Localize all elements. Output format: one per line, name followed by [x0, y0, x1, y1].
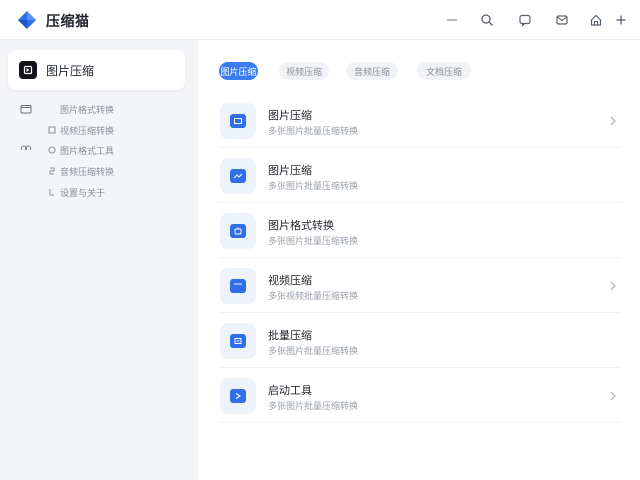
launch-tools-icon: [230, 389, 246, 403]
chevron-right-icon: [610, 116, 616, 126]
home-button[interactable]: [586, 10, 606, 30]
tool-title: 图片格式转换: [268, 219, 334, 232]
tool-tile: [220, 158, 256, 194]
batch-compress-icon: [230, 334, 246, 348]
tool-row-launch-tools[interactable]: 启动工具 多张图片批量压缩转换: [218, 369, 622, 423]
chevron-right-icon: [610, 391, 616, 401]
sidebar-item-label: 音频压缩转换: [60, 168, 115, 178]
home-icon: [590, 14, 602, 26]
tool-title: 视频压缩: [268, 274, 312, 287]
tool-subtitle: 多张图片批量压缩转换: [268, 347, 359, 357]
sidebar-item-image-tools[interactable]: 图片格式工具: [20, 142, 190, 158]
tool-title: 图片压缩: [268, 164, 312, 177]
tool-subtitle: 多张视频批量压缩转换: [268, 292, 359, 302]
mail-button[interactable]: [552, 10, 572, 30]
folder-icon: [20, 103, 32, 115]
tool-title: 启动工具: [268, 384, 312, 397]
search-button[interactable]: [477, 10, 497, 30]
image-icon: [19, 61, 37, 79]
tool-subtitle: 多张图片批量压缩转换: [268, 127, 359, 137]
format-convert-icon: [230, 224, 246, 238]
sidebar-item-image-compress[interactable]: 图片压缩: [8, 50, 185, 90]
tool-tile: [220, 103, 256, 139]
app-logo-icon: [18, 11, 36, 29]
sidebar-item-audio-compress[interactable]: 音频压缩转换: [20, 163, 190, 179]
tool-tile: [220, 213, 256, 249]
image-compress-icon: [230, 114, 246, 128]
tool-tile: [220, 378, 256, 414]
add-button[interactable]: [611, 10, 631, 30]
search-icon: [481, 14, 493, 26]
chat-button[interactable]: [515, 10, 535, 30]
tool-subtitle: 多张图片批量压缩转换: [268, 182, 359, 192]
sidebar-item-label: 图片格式工具: [60, 147, 115, 157]
sidebar-item-label: 设置与关于: [60, 189, 106, 199]
circle-icon: [20, 144, 32, 156]
sidebar-item-video-compress[interactable]: 视频压缩转换: [20, 122, 190, 138]
circle-small-icon: [46, 144, 58, 156]
video-compress-icon: [230, 279, 246, 293]
tool-row-video-compress[interactable]: 视频压缩 多张视频批量压缩转换: [218, 259, 622, 313]
sidebar-item-settings[interactable]: 设置与关于: [20, 184, 190, 200]
tab-video-compress[interactable]: 视频压缩: [279, 62, 329, 80]
tool-row-format-convert[interactable]: 图片格式转换 多张图片批量压缩转换: [218, 204, 622, 258]
info-icon: [46, 186, 58, 198]
square-icon: [46, 124, 58, 136]
tab-audio-compress[interactable]: 音频压缩: [346, 62, 398, 80]
sidebar-item-format-convert[interactable]: 图片格式转换: [20, 101, 190, 117]
tab-document-compress[interactable]: 文档压缩: [417, 62, 471, 80]
sidebar-item-label: 图片格式转换: [60, 106, 115, 116]
minimize-button[interactable]: [442, 10, 462, 30]
tool-row-image-compress[interactable]: 图片压缩 多张图片批量压缩转换: [218, 94, 622, 148]
mail-icon: [556, 15, 568, 25]
tool-tile: [220, 268, 256, 304]
sidebar: 图片压缩 图片格式转换 视频压缩转换 图片格式工具 音频压缩转换 设置与关于: [0, 40, 198, 480]
tool-row-batch-compress[interactable]: 批量压缩 多张图片批量压缩转换: [218, 314, 622, 368]
sidebar-active-label: 图片压缩: [46, 64, 95, 78]
image-compress-icon: [230, 169, 246, 183]
audio-icon: [46, 165, 58, 177]
minimize-icon: [447, 19, 457, 21]
sidebar-item-label: 视频压缩转换: [60, 127, 115, 137]
tool-subtitle: 多张图片批量压缩转换: [268, 237, 359, 247]
main-panel: 图片压缩 视频压缩 音频压缩 文档压缩 图片压缩 多张图片批量压缩转换 图片压缩…: [198, 40, 640, 480]
plus-icon: [616, 15, 626, 25]
tool-row-image-compress-2[interactable]: 图片压缩 多张图片批量压缩转换: [218, 149, 622, 203]
app-title: 压缩猫: [46, 14, 90, 30]
chat-icon: [519, 14, 531, 27]
title-bar: 压缩猫: [0, 0, 640, 40]
chevron-right-icon: [610, 281, 616, 291]
tool-subtitle: 多张图片批量压缩转换: [268, 402, 359, 412]
tab-image-compress[interactable]: 图片压缩: [219, 62, 258, 80]
tool-title: 批量压缩: [268, 329, 312, 342]
tool-title: 图片压缩: [268, 109, 312, 122]
tool-tile: [220, 323, 256, 359]
